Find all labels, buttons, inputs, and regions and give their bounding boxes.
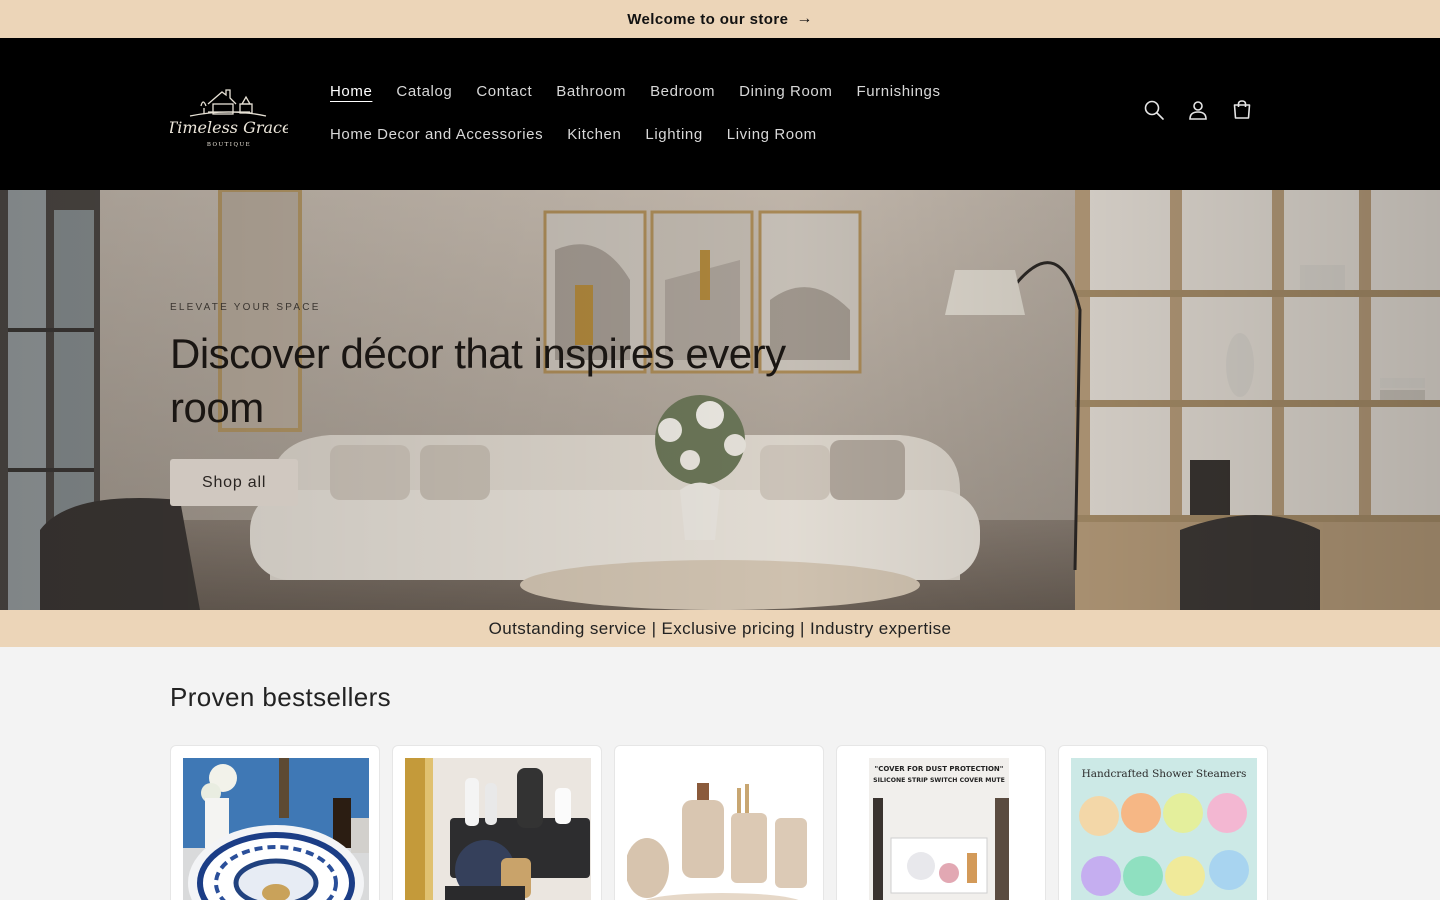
product-caption: Handcrafted Shower Steamers — [1082, 768, 1247, 780]
product-image-porcelain-sink — [183, 758, 369, 900]
product-caption-line-2: SILICONE STRIP SWITCH COVER MUTE — [873, 777, 1005, 784]
product-card[interactable] — [614, 745, 824, 900]
product-image-hair-dryer-holder — [405, 758, 591, 900]
account-icon[interactable] — [1186, 98, 1210, 122]
nav-item-home-decor[interactable]: Home Decor and Accessories — [318, 126, 555, 143]
values-bar: Outstanding service | Exclusive pricing … — [0, 610, 1440, 647]
product-image-ceramic-bath-set — [627, 758, 813, 900]
nav-item-home[interactable]: Home — [318, 83, 384, 100]
nav-item-bathroom[interactable]: Bathroom — [544, 83, 638, 100]
arrow-right-icon: → — [796, 10, 813, 27]
values-text: Outstanding service | Exclusive pricing … — [488, 618, 952, 638]
bestsellers-section: Proven bestsellers — [170, 682, 391, 713]
header-icons — [1142, 98, 1254, 122]
nav-item-contact[interactable]: Contact — [464, 83, 544, 100]
logo-mark: Timeless Grace BOUTIQUE — [167, 89, 291, 148]
product-image-switch-cover: "COVER FOR DUST PROTECTION" SILICONE STR… — [849, 758, 1035, 900]
product-card[interactable] — [392, 745, 602, 900]
nav-item-kitchen[interactable]: Kitchen — [555, 126, 633, 143]
site-header: Timeless Grace BOUTIQUE Home Catalog Con… — [0, 38, 1440, 190]
nav-row-2: Home Decor and Accessories Kitchen Light… — [318, 113, 918, 156]
nav-item-lighting[interactable]: Lighting — [633, 126, 714, 143]
product-grid: "COVER FOR DUST PROTECTION" SILICONE STR… — [170, 745, 1268, 900]
announcement-text: Welcome to our store — [627, 10, 789, 28]
product-image-shower-steamers: Handcrafted Shower Steamers — [1071, 758, 1257, 900]
cart-icon[interactable] — [1230, 98, 1254, 122]
logo-subtext: BOUTIQUE — [207, 142, 251, 148]
logo[interactable]: Timeless Grace BOUTIQUE — [167, 78, 291, 150]
product-card[interactable] — [170, 745, 380, 900]
product-card[interactable]: "COVER FOR DUST PROTECTION" SILICONE STR… — [836, 745, 1046, 900]
search-icon[interactable] — [1142, 98, 1166, 122]
nav-item-catalog[interactable]: Catalog — [384, 83, 464, 100]
product-card[interactable]: Handcrafted Shower Steamers — [1058, 745, 1268, 900]
nav-item-bedroom[interactable]: Bedroom — [638, 83, 727, 100]
hero-content: ELEVATE YOUR SPACE Discover décor that i… — [170, 302, 870, 506]
announcement-bar[interactable]: Welcome to our store → — [0, 0, 1440, 38]
hero-banner: ELEVATE YOUR SPACE Discover décor that i… — [0, 190, 1440, 610]
shop-all-button[interactable]: Shop all — [170, 459, 299, 506]
nav-item-furnishings[interactable]: Furnishings — [844, 83, 952, 100]
hero-kicker: ELEVATE YOUR SPACE — [170, 302, 321, 313]
logo-text: Timeless Grace — [170, 118, 288, 137]
nav-row-1: Home Catalog Contact Bathroom Bedroom Di… — [318, 70, 940, 113]
nav-item-living-room[interactable]: Living Room — [715, 126, 829, 143]
main-nav: Home Catalog Contact Bathroom Bedroom Di… — [318, 70, 940, 156]
hero-title: Discover décor that inspires every room — [170, 330, 786, 431]
section-title: Proven bestsellers — [170, 682, 392, 712]
nav-item-dining-room[interactable]: Dining Room — [727, 83, 844, 100]
product-caption-line-1: "COVER FOR DUST PROTECTION" — [875, 765, 1004, 773]
